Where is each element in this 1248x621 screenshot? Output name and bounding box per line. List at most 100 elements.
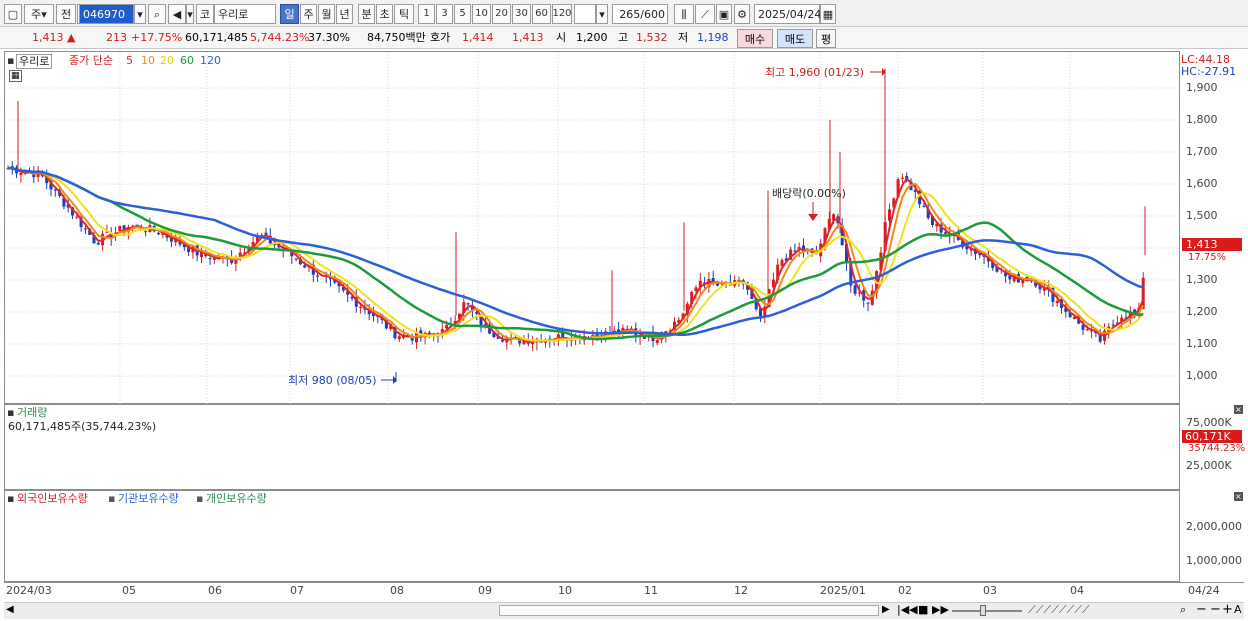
candle-type-icon[interactable]: ⫼	[674, 4, 694, 24]
next-page-icon[interactable]: ▶▶	[932, 603, 949, 616]
count-value: 265	[619, 7, 641, 21]
time-tick: 12	[734, 584, 748, 597]
low-price: 1,198	[697, 31, 729, 44]
time-tick: 02	[898, 584, 912, 597]
interval-60[interactable]: 60	[532, 4, 551, 24]
price-tick: 1,900	[1186, 81, 1218, 94]
institution-holding-legend: 기관보유수량	[118, 492, 179, 505]
count-max: /600	[640, 7, 665, 21]
interval-20[interactable]: 20	[492, 4, 511, 24]
turnover-pct: 37.30%	[308, 31, 350, 44]
interval-120[interactable]: 120	[552, 4, 572, 24]
price-axis	[1180, 51, 1244, 404]
sell-button[interactable]: 매도	[777, 29, 813, 48]
open-price: 1,200	[576, 31, 608, 44]
price-tick: 1,500	[1186, 209, 1218, 222]
high-label: 고	[618, 31, 629, 44]
stop-icon[interactable]: ■	[918, 603, 928, 616]
stock-code-input[interactable]: 046970	[79, 4, 134, 24]
price-change-pct: +17.75%	[131, 31, 183, 44]
save-icon[interactable]: ▣	[716, 4, 732, 24]
custom-interval-dropdown-icon[interactable]: ▾	[596, 4, 608, 24]
price-tick: 1,100	[1186, 337, 1218, 350]
tab-period-minute[interactable]: 분	[358, 4, 375, 24]
pane-title-icon: ▪	[7, 492, 15, 505]
period-type-select[interactable]: 주 ▾	[24, 4, 54, 24]
market-badge: 코	[196, 4, 214, 24]
chart-scrollbar[interactable]: ◀ ▶ |◀◀ ■ ▶▶ ⟋⟋⟋⟋⟋⟋⟋⟋ ⌕ − − + A	[4, 602, 1244, 619]
zoom-search-icon[interactable]: ⌕	[1180, 603, 1186, 617]
speaker-icon[interactable]: ◀	[168, 4, 186, 24]
volume-pane[interactable]	[4, 404, 1180, 490]
holding-tick: 1,000,000	[1186, 554, 1242, 567]
price-pane[interactable]	[4, 51, 1180, 404]
time-tick: 05	[122, 584, 136, 597]
tab-period-week[interactable]: 주	[300, 4, 317, 24]
interval-10[interactable]: 10	[472, 4, 491, 24]
speaker-dropdown-icon[interactable]: ▾	[186, 4, 194, 24]
price-tick: 1,000	[1186, 369, 1218, 382]
bid-price: 1,413	[512, 31, 544, 44]
buy-button[interactable]: 매수	[737, 29, 773, 48]
volume-pane-close-icon[interactable]: ×	[1234, 405, 1243, 414]
zoom-in-icon[interactable]: +	[1222, 602, 1233, 617]
time-tick: 07	[290, 584, 304, 597]
time-axis	[4, 582, 1244, 602]
custom-interval-input[interactable]	[574, 4, 596, 24]
time-tick: 08	[390, 584, 404, 597]
tab-period-second[interactable]: 초	[376, 4, 393, 24]
current-price-tag: 1,413	[1182, 238, 1242, 251]
tab-period-day[interactable]: 일	[280, 4, 299, 24]
interval-30[interactable]: 30	[512, 4, 531, 24]
date-input[interactable]: 2025/04/24	[754, 4, 821, 24]
zoom-out-icon[interactable]: −	[1196, 602, 1207, 617]
average-price-button[interactable]: 평	[816, 29, 836, 48]
legend-separator-icon: ▪	[108, 492, 116, 505]
settings-gear-icon[interactable]: ⚙	[734, 4, 750, 24]
table-toggle-icon[interactable]: ▦	[9, 70, 22, 82]
price-tick: 1,800	[1186, 113, 1218, 126]
time-tick: 11	[644, 584, 658, 597]
trade-amount: 84,750백만	[367, 31, 426, 44]
price-tick: 1,200	[1186, 305, 1218, 318]
chart-menu-icon[interactable]: ▢	[4, 4, 22, 24]
zoom-reset-icon[interactable]: −	[1210, 602, 1221, 617]
scroll-left-icon[interactable]: ◀	[6, 604, 14, 615]
scroll-right-icon[interactable]: ▶	[882, 604, 890, 615]
auto-scale-icon[interactable]: A	[1234, 603, 1242, 616]
interval-1[interactable]: 1	[418, 4, 435, 24]
drawing-tool-icon[interactable]: ⟋	[695, 4, 715, 24]
tab-period-month[interactable]: 월	[318, 4, 335, 24]
interval-5[interactable]: 5	[454, 4, 471, 24]
drawing-tools-icon[interactable]: ⟋⟋⟋⟋⟋⟋⟋⟋	[1028, 603, 1090, 617]
ma5-legend: 5	[126, 54, 133, 67]
time-tick: 06	[208, 584, 222, 597]
time-tick: 03	[983, 584, 997, 597]
code-dropdown-icon[interactable]: ▾	[134, 4, 146, 24]
interval-3[interactable]: 3	[436, 4, 453, 24]
stock-name-field[interactable]: 우리로	[214, 4, 276, 24]
count-input[interactable]: 265/600	[612, 4, 668, 24]
all-time-low-annotation: 최저 980 (08/05)	[288, 374, 377, 387]
low-label: 저	[678, 31, 689, 44]
scroll-thumb[interactable]	[499, 605, 879, 616]
current-price: 1,413	[32, 31, 64, 44]
price-change: 213	[106, 31, 127, 44]
zoom-slider[interactable]	[952, 610, 1022, 612]
price-pane-stock-name: 우리로	[16, 54, 53, 69]
legend-separator-icon: ▪	[196, 492, 204, 505]
time-tick: 2024/03	[6, 584, 52, 597]
holdings-pane[interactable]	[4, 490, 1180, 582]
volume-pane-title: 거래량	[17, 406, 48, 419]
current-pct-tag: 17.75%	[1188, 252, 1227, 263]
holding-pane-close-icon[interactable]: ×	[1234, 492, 1243, 501]
calendar-icon[interactable]: ▦	[820, 4, 836, 24]
tab-period-year[interactable]: 년	[336, 4, 353, 24]
prev-button[interactable]: 전	[56, 4, 76, 24]
price-legend-prefix: 종가 단순	[69, 54, 113, 67]
search-icon[interactable]: ⌕	[148, 4, 166, 24]
first-page-icon[interactable]: |◀◀	[897, 603, 918, 616]
tab-period-tick[interactable]: 틱	[394, 4, 414, 24]
zoom-slider-handle[interactable]	[980, 605, 986, 616]
ex-dividend-annotation: 배당락(0.00%)	[772, 187, 846, 200]
